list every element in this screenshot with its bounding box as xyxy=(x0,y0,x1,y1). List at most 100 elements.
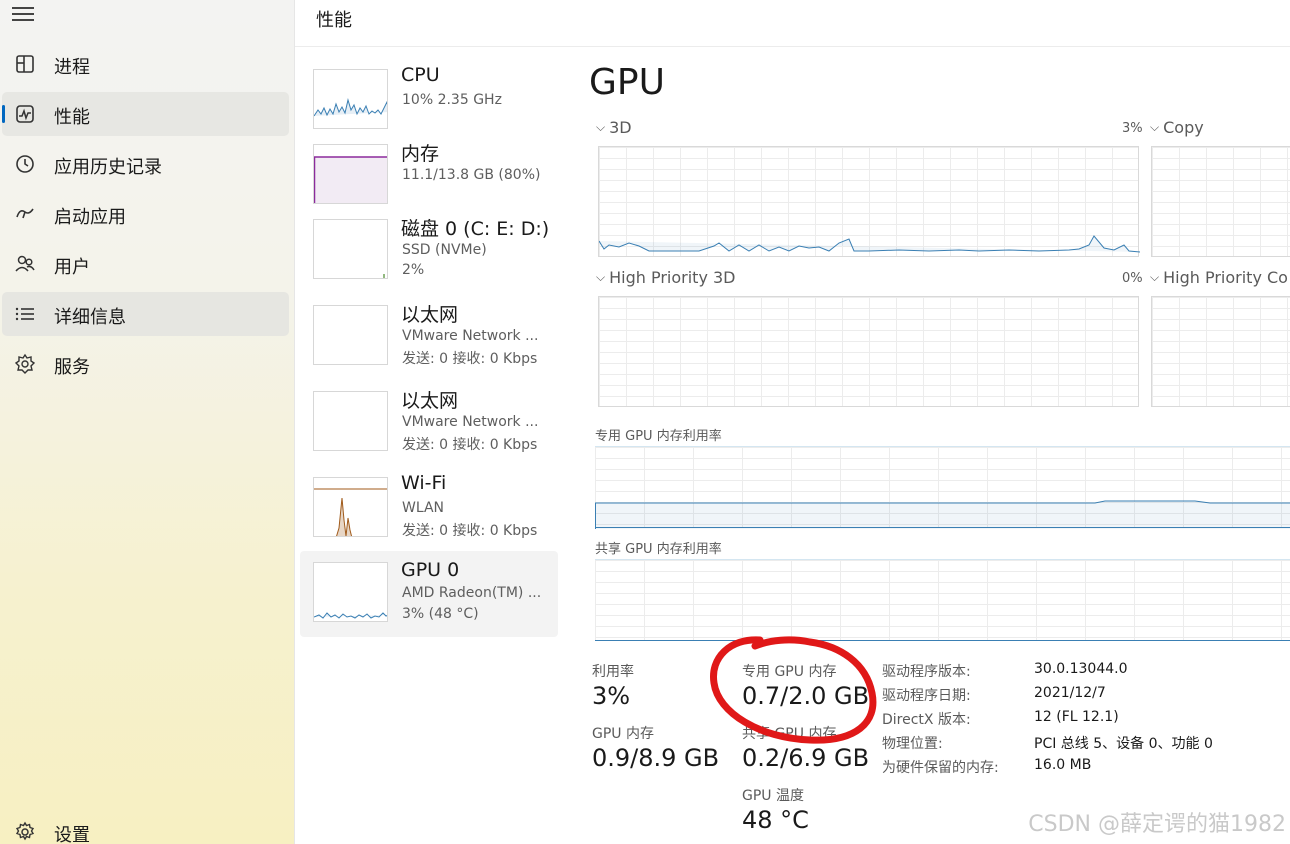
resource-detail: WLAN xyxy=(402,500,445,516)
driver-date-key: 驱动程序日期: xyxy=(882,688,971,704)
shared-memory-graph-label: 共享 GPU 内存利用率 xyxy=(595,542,722,557)
dedicated-memory-value: 0.7/2.0 GB xyxy=(742,682,870,710)
sidebar-item-label: 性能 xyxy=(54,107,90,128)
resource-name: 内存 xyxy=(401,143,440,165)
sidebar-item-details[interactable]: 详细信息 xyxy=(2,292,289,336)
hardware-reserved-memory-value: 16.0 MB xyxy=(1034,757,1092,773)
shared-memory-label: 共享 GPU 内存 xyxy=(742,726,837,742)
resource-item-cpu[interactable]: CPU 10% 2.35 GHz xyxy=(300,61,558,147)
details-icon xyxy=(15,307,34,321)
sidebar-item-label: 用户 xyxy=(54,257,90,278)
utilization-value: 3% xyxy=(592,682,631,710)
resource-detail: 10% 2.35 GHz xyxy=(402,92,502,108)
resource-item-ethernet-2[interactable]: 以太网 VMware Network ... 发送: 0 接收: 0 Kbps xyxy=(300,383,558,469)
gpu-thumbnail-graph xyxy=(313,562,388,622)
chevron-down-icon: ⌵ xyxy=(1150,270,1160,284)
hamburger-icon[interactable] xyxy=(12,4,34,24)
ethernet-thumbnail-graph xyxy=(313,305,388,365)
chevron-down-icon: ⌵ xyxy=(596,270,606,284)
sidebar: 进程 性能 应用历史记录 启动应用 用户 详细信息 服务 设置 xyxy=(0,0,295,844)
gpu-memory-label: GPU 内存 xyxy=(592,726,654,742)
sidebar-item-label: 启动应用 xyxy=(54,207,126,228)
startup-icon xyxy=(16,208,34,219)
physical-location-value: PCI 总线 5、设备 0、功能 0 xyxy=(1034,736,1213,752)
gpu-title: GPU xyxy=(589,62,665,103)
resource-name: Wi-Fi xyxy=(401,472,447,494)
resource-detail: 3% (48 °C) xyxy=(402,606,479,622)
sidebar-item-settings[interactable]: 设置 xyxy=(2,810,289,844)
driver-version-key: 驱动程序版本: xyxy=(882,664,971,680)
cpu-thumbnail-graph xyxy=(313,69,388,129)
hardware-reserved-memory-key: 为硬件保留的内存: xyxy=(882,760,999,776)
resource-detail: 发送: 0 接收: 0 Kbps xyxy=(402,523,538,539)
gpu-temperature-label: GPU 温度 xyxy=(742,788,804,804)
graph-3d xyxy=(598,146,1140,257)
sidebar-item-processes[interactable]: 进程 xyxy=(2,42,289,86)
resource-name: 以太网 xyxy=(401,304,459,326)
utilization-label: 利用率 xyxy=(592,664,634,680)
resource-detail: 11.1/13.8 GB (80%) xyxy=(402,167,541,183)
resource-name: 磁盘 0 (C: E: D:) xyxy=(401,218,550,240)
engine-percent: 3% xyxy=(1122,121,1143,136)
shared-memory-value: 0.2/6.9 GB xyxy=(742,744,870,772)
resource-item-gpu[interactable]: GPU 0 AMD Radeon(TM) ... 3% (48 °C) xyxy=(300,551,558,637)
engine-selector-high-priority-compute[interactable]: ⌵ High Priority Co xyxy=(1150,268,1288,287)
resource-detail: SSD (NVMe) xyxy=(402,242,487,258)
resource-detail: VMware Network ... xyxy=(402,328,539,344)
disk-thumbnail-graph xyxy=(313,219,388,279)
services-icon xyxy=(14,353,36,374)
resource-item-memory[interactable]: 内存 11.1/13.8 GB (80%) xyxy=(300,136,558,222)
memory-thumbnail-graph xyxy=(313,144,388,204)
resource-detail: AMD Radeon(TM) ... xyxy=(402,585,542,601)
physical-location-key: 物理位置: xyxy=(882,736,943,752)
sidebar-item-startup[interactable]: 启动应用 xyxy=(2,192,289,236)
graph-copy xyxy=(1151,146,1290,257)
graph-high-priority-compute xyxy=(1151,296,1290,407)
header-divider xyxy=(295,46,1290,47)
resource-name: GPU 0 xyxy=(401,559,460,581)
driver-date-value: 2021/12/7 xyxy=(1034,685,1106,701)
sidebar-item-performance[interactable]: 性能 xyxy=(2,92,289,136)
shared-memory-graph xyxy=(595,559,1290,641)
directx-version-value: 12 (FL 12.1) xyxy=(1034,709,1119,725)
engine-selector-copy[interactable]: ⌵ Copy xyxy=(1150,118,1204,137)
dedicated-memory-graph-label: 专用 GPU 内存利用率 xyxy=(595,429,722,444)
engine-selector-high-priority-3d[interactable]: ⌵ High Priority 3D xyxy=(596,268,736,287)
engine-selector-3d[interactable]: ⌵ 3D xyxy=(596,118,632,137)
driver-version-value: 30.0.13044.0 xyxy=(1034,661,1128,677)
resource-name: CPU xyxy=(401,64,440,86)
resource-detail: 发送: 0 接收: 0 Kbps xyxy=(402,351,538,367)
wifi-thumbnail-graph xyxy=(313,477,388,537)
directx-version-key: DirectX 版本: xyxy=(882,712,971,728)
resource-detail: 2% xyxy=(402,262,425,278)
resource-name: 以太网 xyxy=(401,390,459,412)
gpu-temperature-value: 48 °C xyxy=(742,806,809,834)
resource-item-ethernet-1[interactable]: 以太网 VMware Network ... 发送: 0 接收: 0 Kbps xyxy=(300,297,558,383)
resource-item-wifi[interactable]: Wi-Fi WLAN 发送: 0 接收: 0 Kbps xyxy=(300,469,558,555)
resource-detail: VMware Network ... xyxy=(402,414,539,430)
engine-percent: 0% xyxy=(1122,271,1143,286)
sidebar-item-services[interactable]: 服务 xyxy=(2,342,289,386)
sidebar-item-label: 应用历史记录 xyxy=(54,157,162,178)
sidebar-item-label: 进程 xyxy=(54,57,90,78)
resource-detail: 发送: 0 接收: 0 Kbps xyxy=(402,437,538,453)
watermark: CSDN @薛定谔的猫1982 xyxy=(1028,812,1286,837)
gear-icon xyxy=(15,821,35,841)
performance-icon xyxy=(16,105,34,123)
sidebar-item-users[interactable]: 用户 xyxy=(2,242,289,286)
dedicated-memory-label: 专用 GPU 内存 xyxy=(742,664,837,680)
chevron-down-icon: ⌵ xyxy=(596,120,606,134)
sidebar-item-label: 详细信息 xyxy=(54,307,126,328)
chevron-down-icon: ⌵ xyxy=(1150,120,1160,134)
gpu-memory-value: 0.9/8.9 GB xyxy=(592,744,720,772)
users-icon xyxy=(15,255,35,272)
sidebar-item-history[interactable]: 应用历史记录 xyxy=(2,142,289,186)
dedicated-memory-graph xyxy=(595,446,1290,529)
sidebar-item-label: 设置 xyxy=(54,825,90,844)
selection-indicator xyxy=(2,105,5,123)
graph-high-priority-3d xyxy=(598,296,1139,407)
history-icon xyxy=(16,155,34,173)
resource-item-disk[interactable]: 磁盘 0 (C: E: D:) SSD (NVMe) 2% xyxy=(300,211,558,297)
ethernet-thumbnail-graph xyxy=(313,391,388,451)
sidebar-item-label: 服务 xyxy=(54,357,90,378)
